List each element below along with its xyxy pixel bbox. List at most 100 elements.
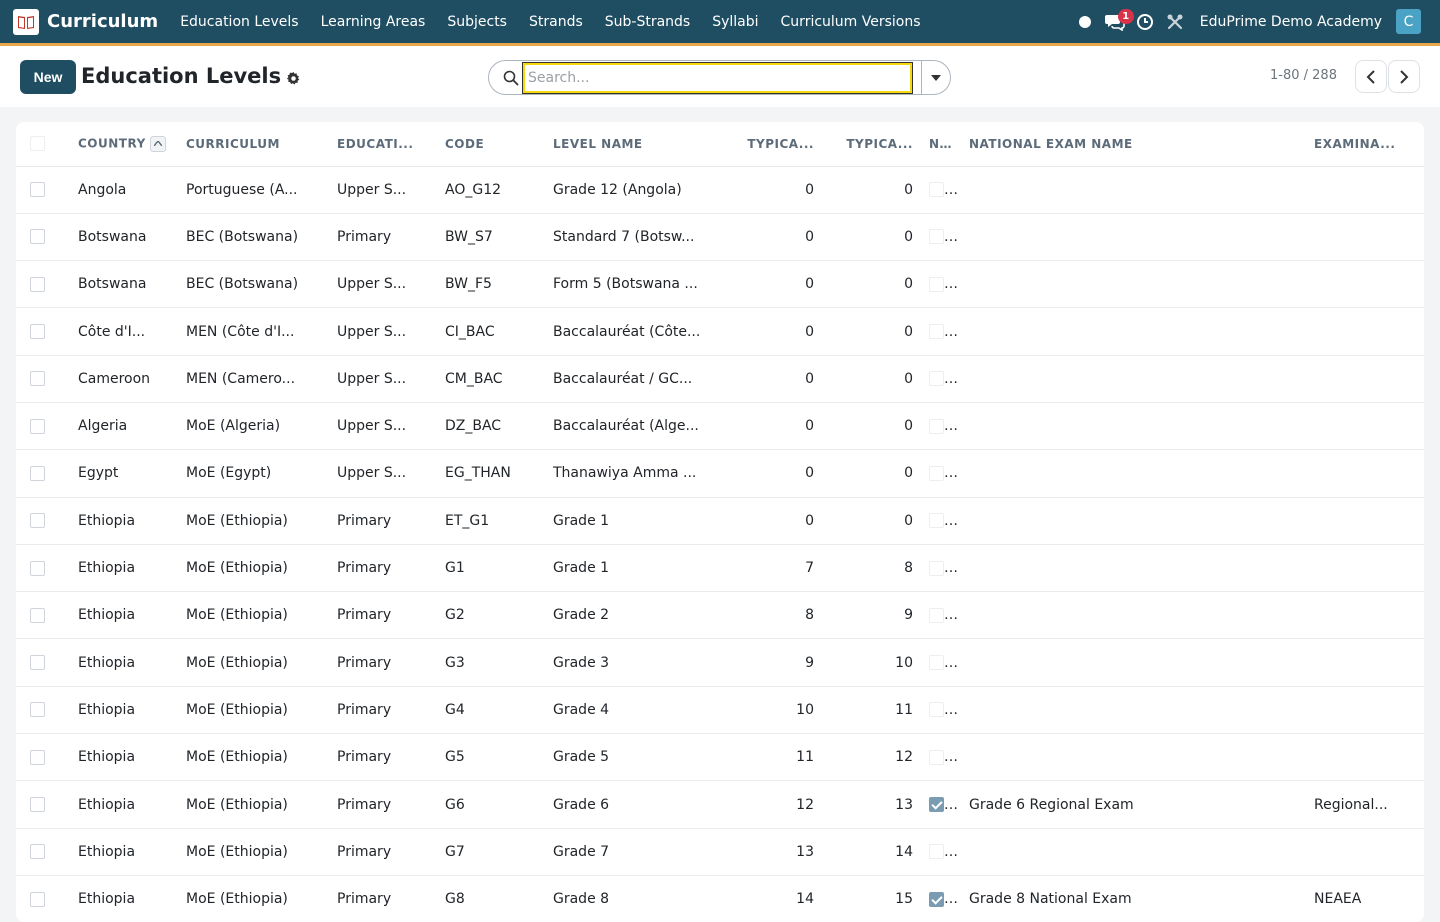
table-row[interactable]: Ethiopia MoE (Ethiopia) Primary ET_G1 Grade … bbox=[16, 497, 1424, 545]
row-select-checkbox[interactable] bbox=[16, 733, 70, 782]
national-exam-checkbox[interactable] bbox=[929, 229, 944, 245]
national-exam-checkbox[interactable] bbox=[929, 702, 944, 718]
table-row[interactable]: Ethiopia MoE (Ethiopia) Primary G6 Grade 6 12… bbox=[16, 780, 1424, 829]
national-exam-checkbox[interactable] bbox=[929, 655, 944, 671]
tools-icon[interactable] bbox=[1160, 7, 1190, 37]
table-row[interactable]: Egypt MoE (Egypt) Upper S... EG_THAN Thanawi… bbox=[16, 449, 1424, 498]
table-row[interactable]: Botswana BEC (Botswana) Primary BW_S7 Standa… bbox=[16, 213, 1424, 262]
national-exam-checkbox[interactable] bbox=[929, 797, 944, 812]
cell-national-exam[interactable]: . bbox=[921, 260, 961, 309]
book-icon[interactable] bbox=[13, 8, 39, 35]
national-exam-checkbox[interactable] bbox=[929, 749, 944, 765]
row-select-checkbox[interactable] bbox=[16, 213, 70, 262]
company-switcher[interactable]: EduPrime Demo Academy bbox=[1200, 14, 1382, 30]
cell-national-exam[interactable]: . bbox=[921, 686, 961, 735]
table-row[interactable]: Ethiopia MoE (Ethiopia) Primary G4 Grade 4 10… bbox=[16, 686, 1424, 735]
table-row[interactable]: Algeria MoE (Algeria) Upper S... DZ_BAC Bacc… bbox=[16, 402, 1424, 451]
cell-national-exam[interactable]: . bbox=[921, 591, 961, 640]
cell-code: G6 bbox=[437, 780, 545, 829]
table-row[interactable]: Côte d'I... MEN (Côte d'I... Upper S... CI_… bbox=[16, 307, 1424, 356]
row-select-checkbox[interactable] bbox=[16, 686, 70, 735]
menu-sub-strands[interactable]: Sub-Strands bbox=[594, 0, 701, 43]
row-select-checkbox[interactable] bbox=[16, 402, 70, 451]
cell-national-exam[interactable]: . bbox=[921, 449, 961, 498]
header-typical-age-min[interactable]: TYPICA... bbox=[722, 122, 822, 167]
search-options-toggle[interactable] bbox=[921, 60, 951, 95]
row-select-checkbox[interactable] bbox=[16, 638, 70, 687]
menu-syllabi[interactable]: Syllabi bbox=[701, 0, 769, 43]
gear-icon[interactable] bbox=[286, 70, 300, 89]
cell-national-exam[interactable]: . bbox=[921, 828, 961, 876]
header-country[interactable]: COUNTRY bbox=[70, 122, 178, 167]
row-select-checkbox[interactable] bbox=[16, 307, 70, 356]
pager-value[interactable]: 1-80 / 288 bbox=[1270, 68, 1337, 83]
row-select-checkbox[interactable] bbox=[16, 591, 70, 640]
app-name[interactable]: Curriculum bbox=[47, 11, 158, 32]
cell-level-name: Standard 7 (Botsw... bbox=[545, 213, 722, 262]
menu-subjects[interactable]: Subjects bbox=[436, 0, 518, 43]
header-code[interactable]: CODE bbox=[437, 122, 545, 167]
table-row[interactable]: Ethiopia MoE (Ethiopia) Primary G8 Grade 8 14… bbox=[16, 875, 1424, 922]
table-row[interactable]: Ethiopia MoE (Ethiopia) Primary G1 Grade 178… bbox=[16, 544, 1424, 593]
row-select-checkbox[interactable] bbox=[16, 780, 70, 829]
row-select-checkbox[interactable] bbox=[16, 828, 70, 876]
menu-curriculum-versions[interactable]: Curriculum Versions bbox=[770, 0, 932, 43]
national-exam-checkbox[interactable] bbox=[929, 607, 944, 623]
activity-clock-icon[interactable] bbox=[1130, 7, 1160, 37]
cell-national-exam[interactable]: . bbox=[921, 307, 961, 356]
cell-national-exam[interactable]: . bbox=[921, 166, 961, 214]
header-national-exam[interactable]: N... bbox=[921, 122, 961, 167]
national-exam-checkbox[interactable] bbox=[929, 513, 944, 529]
row-select-checkbox[interactable] bbox=[16, 875, 70, 922]
user-avatar[interactable]: C bbox=[1396, 9, 1421, 34]
table-row[interactable]: Ethiopia MoE (Ethiopia) Primary G3 Grade 391… bbox=[16, 638, 1424, 687]
national-exam-checkbox[interactable] bbox=[929, 891, 944, 907]
new-button[interactable]: New bbox=[20, 60, 76, 94]
header-examination-body[interactable]: EXAMINA... bbox=[1306, 122, 1424, 167]
table-row[interactable]: Ethiopia MoE (Ethiopia) Primary G7 Grade 7 13… bbox=[16, 828, 1424, 876]
header-curriculum[interactable]: CURRICULUM bbox=[178, 122, 329, 167]
table-row[interactable]: Angola Portuguese (A... Upper S... AO_G12 Gr… bbox=[16, 166, 1424, 214]
header-level-name[interactable]: LEVEL NAME bbox=[545, 122, 722, 167]
table-row[interactable]: Ethiopia MoE (Ethiopia) Primary G2 Grade 289… bbox=[16, 591, 1424, 640]
status-dot-icon[interactable] bbox=[1070, 7, 1100, 37]
row-select-checkbox[interactable] bbox=[16, 355, 70, 403]
header-education-stage[interactable]: EDUCATI... bbox=[329, 122, 437, 167]
cell-national-exam[interactable]: . bbox=[921, 497, 961, 545]
national-exam-checkbox[interactable] bbox=[929, 844, 944, 860]
cell-national-exam[interactable]: . bbox=[921, 780, 961, 829]
national-exam-checkbox[interactable] bbox=[929, 418, 944, 434]
national-exam-checkbox[interactable] bbox=[929, 560, 944, 576]
cell-national-exam[interactable]: . bbox=[921, 733, 961, 782]
table-row[interactable]: Ethiopia MoE (Ethiopia) Primary G5 Grade 5 11… bbox=[16, 733, 1424, 782]
menu-learning-areas[interactable]: Learning Areas bbox=[310, 0, 437, 43]
national-exam-checkbox[interactable] bbox=[929, 324, 944, 340]
cell-national-exam[interactable]: . bbox=[921, 355, 961, 403]
search-input[interactable] bbox=[522, 62, 913, 94]
national-exam-checkbox[interactable] bbox=[929, 465, 944, 481]
table-row[interactable]: Botswana BEC (Botswana) Upper S... BW_F5 For… bbox=[16, 260, 1424, 309]
menu-education-levels[interactable]: Education Levels bbox=[169, 0, 309, 43]
cell-national-exam[interactable]: . bbox=[921, 875, 961, 922]
pager-previous-button[interactable] bbox=[1355, 60, 1387, 93]
cell-national-exam[interactable]: . bbox=[921, 213, 961, 262]
row-select-checkbox[interactable] bbox=[16, 260, 70, 309]
cell-national-exam[interactable]: . bbox=[921, 638, 961, 687]
header-national-exam-name[interactable]: NATIONAL EXAM NAME bbox=[961, 122, 1306, 167]
table-row[interactable]: Cameroon MEN (Camero... Upper S... CM_BAC Ba… bbox=[16, 355, 1424, 403]
menu-strands[interactable]: Strands bbox=[518, 0, 594, 43]
row-select-checkbox[interactable] bbox=[16, 449, 70, 498]
national-exam-checkbox[interactable] bbox=[929, 371, 944, 387]
cell-national-exam[interactable]: . bbox=[921, 402, 961, 451]
national-exam-checkbox[interactable] bbox=[929, 182, 944, 198]
row-select-checkbox[interactable] bbox=[16, 166, 70, 214]
cell-national-exam[interactable]: . bbox=[921, 544, 961, 593]
sort-ascending-icon[interactable] bbox=[149, 135, 166, 152]
messages-icon[interactable]: 1 bbox=[1100, 7, 1134, 37]
row-select-checkbox[interactable] bbox=[16, 544, 70, 593]
header-typical-age-max[interactable]: TYPICA... bbox=[822, 122, 921, 167]
national-exam-checkbox[interactable] bbox=[929, 276, 944, 292]
row-select-checkbox[interactable] bbox=[16, 497, 70, 545]
select-all-checkbox[interactable] bbox=[16, 122, 70, 167]
pager-next-button[interactable] bbox=[1388, 60, 1420, 93]
